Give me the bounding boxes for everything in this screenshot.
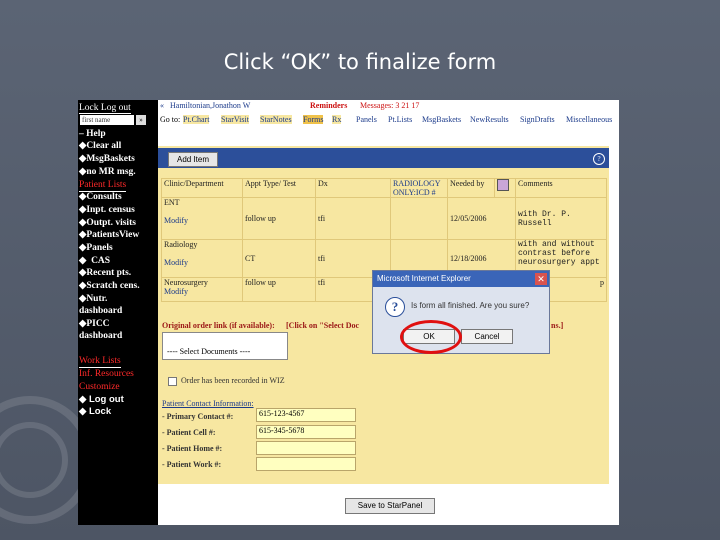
- nav-item-log-out[interactable]: ◆ Log out: [79, 394, 124, 406]
- reminders-link[interactable]: Reminders: [310, 101, 347, 110]
- nav-item-cas[interactable]: ◆ CAS: [79, 255, 110, 267]
- tab-pt-chart[interactable]: Pt.Chart: [183, 115, 210, 124]
- nav-item-customize[interactable]: Customize: [79, 381, 120, 393]
- tab-starnotes[interactable]: StarNotes: [260, 115, 292, 124]
- app-screenshot: Lock Log out first name » – Help ◆Clear …: [78, 100, 619, 525]
- nav-item-work-lists[interactable]: Work Lists: [79, 355, 121, 368]
- row-clinic: Radiology: [164, 240, 198, 249]
- calendar-icon[interactable]: [497, 179, 509, 191]
- search-go-button[interactable]: »: [136, 115, 146, 125]
- goto-label: Go to:: [160, 115, 181, 124]
- row-comments: with Dr. P. Russell: [515, 197, 607, 240]
- col-radiology-icd: RADIOLOGY ONLY:ICD #: [390, 178, 448, 198]
- row-clinic: Neurosurgery: [164, 278, 208, 287]
- modify-link[interactable]: Modify: [164, 258, 188, 267]
- nav-item-help[interactable]: – Help: [79, 128, 106, 140]
- nav-item-picc-dashboard[interactable]: dashboard: [79, 330, 122, 342]
- patient-name[interactable]: Hamiltonian,Jonathon W: [170, 101, 250, 110]
- nav-item-nutr-dashboard[interactable]: dashboard: [79, 305, 122, 317]
- row-type: CT: [242, 239, 316, 278]
- select-doc-hint-tail: ns.]: [551, 321, 564, 330]
- nav-item-inpt-census[interactable]: ◆Inpt. census: [79, 204, 135, 216]
- select-doc-hint: [Click on "Select Doc: [286, 321, 360, 330]
- row-icd: [390, 197, 448, 240]
- order-recorded-label: Order has been recorded in WIZ: [181, 376, 285, 385]
- nav-item-inf-resources[interactable]: Inf. Resources: [79, 368, 134, 380]
- save-to-starpanel-button[interactable]: Save to StarPanel: [345, 498, 435, 514]
- modify-link[interactable]: Modify: [164, 216, 188, 225]
- nav-item-picc[interactable]: ◆PICC: [79, 318, 110, 330]
- row-needed-by: 12/05/2006: [447, 197, 516, 240]
- toolbar: Go to: Pt.Chart StarVisit StarNotes Form…: [158, 112, 619, 128]
- confirm-dialog: Microsoft Internet Explorer ✕ ? Is form …: [372, 270, 550, 354]
- order-recorded-checkbox[interactable]: [168, 377, 177, 386]
- nav-item-scratch-cens[interactable]: ◆Scratch cens.: [79, 280, 140, 292]
- patient-home-field[interactable]: [256, 441, 356, 455]
- nav-item-nutr[interactable]: ◆Nutr.: [79, 293, 107, 305]
- patient-cell-field[interactable]: 615-345-5678: [256, 425, 356, 439]
- original-order-label: Original order link (if available):: [162, 321, 275, 330]
- nav-item-no-mr-msg[interactable]: ◆no MR msg.: [79, 166, 136, 178]
- tab-pt-lists[interactable]: Pt.Lists: [388, 115, 412, 124]
- row-type: follow up: [242, 197, 316, 240]
- tab-newresults[interactable]: NewResults: [470, 115, 509, 124]
- contact-info-title: Patient Contact Information:: [162, 399, 254, 408]
- dialog-message: Is form all finished. Are you sure?: [411, 301, 530, 310]
- lock-logout-links[interactable]: Lock Log out: [79, 102, 131, 114]
- left-nav: Lock Log out first name » – Help ◆Clear …: [78, 100, 158, 525]
- help-icon[interactable]: ?: [593, 153, 605, 165]
- primary-contact-field[interactable]: 615-123-4567: [256, 408, 356, 422]
- nav-item-consults[interactable]: ◆Consults: [79, 191, 122, 203]
- patient-work-label: - Patient Work #:: [162, 460, 222, 469]
- row-dx: tfi: [315, 197, 391, 240]
- tab-forms[interactable]: Forms: [303, 115, 324, 124]
- tab-miscellaneous[interactable]: Miscellaneous: [566, 115, 612, 124]
- col-calendar: [494, 178, 516, 198]
- col-comments: Comments: [515, 178, 607, 198]
- messages-link[interactable]: Messages: 3 21 17: [360, 101, 419, 110]
- patient-cell-label: - Patient Cell #:: [162, 428, 216, 437]
- nav-item-recent-pts[interactable]: ◆Recent pts.: [79, 267, 131, 279]
- nav-item-msgbaskets[interactable]: ◆MsgBaskets: [79, 153, 135, 165]
- nav-item-outpt-visits[interactable]: ◆Outpt. visits: [79, 217, 136, 229]
- nav-item-clear-all[interactable]: ◆Clear all: [79, 140, 121, 152]
- dialog-titlebar: Microsoft Internet Explorer: [373, 271, 549, 287]
- nav-item-lock[interactable]: ◆ Lock: [79, 406, 111, 418]
- nav-item-patientsview[interactable]: ◆PatientsView: [79, 229, 139, 241]
- row-clinic: ENT: [164, 198, 180, 207]
- patient-header: « Hamiltonian,Jonathon W Reminders Messa…: [158, 100, 619, 111]
- question-icon: ?: [385, 297, 405, 317]
- nav-item-panels[interactable]: ◆Panels: [79, 242, 113, 254]
- patient-home-label: - Patient Home #:: [162, 444, 223, 453]
- table-header-row: Clinic/Department Appt Type/ Test Dx RAD…: [161, 178, 607, 198]
- patient-search-input[interactable]: first name: [80, 115, 134, 125]
- close-icon[interactable]: ✕: [535, 273, 547, 285]
- col-dx: Dx: [315, 178, 391, 198]
- form-header-bar: Add Item ?: [158, 148, 609, 168]
- table-row: ENT Modify follow up tfi 12/05/2006 with …: [161, 197, 607, 240]
- select-documents-listbox[interactable]: ---- Select Documents ----: [162, 332, 288, 360]
- tab-rx[interactable]: Rx: [332, 115, 342, 124]
- col-appt-type: Appt Type/ Test: [242, 178, 316, 198]
- row-type: follow up: [242, 277, 316, 302]
- primary-contact-label: - Primary Contact #:: [162, 412, 234, 421]
- add-item-button[interactable]: Add Item: [168, 152, 218, 167]
- modify-link[interactable]: Modify: [164, 287, 188, 296]
- ok-highlight-circle: [400, 320, 462, 354]
- cancel-button[interactable]: Cancel: [461, 329, 513, 344]
- tab-signdrafts[interactable]: SignDrafts: [520, 115, 555, 124]
- col-clinic: Clinic/Department: [161, 178, 243, 198]
- tab-panels[interactable]: Panels: [356, 115, 377, 124]
- col-needed-by: Needed by: [447, 178, 495, 198]
- tab-msgbaskets[interactable]: MsgBaskets: [422, 115, 461, 124]
- patient-work-field[interactable]: [256, 457, 356, 471]
- slide-title: Click “OK” to finalize form: [223, 50, 497, 74]
- back-arrow-icon[interactable]: «: [160, 101, 164, 110]
- tab-starvisit[interactable]: StarVisit: [221, 115, 249, 124]
- dialog-title: Microsoft Internet Explorer: [377, 274, 471, 283]
